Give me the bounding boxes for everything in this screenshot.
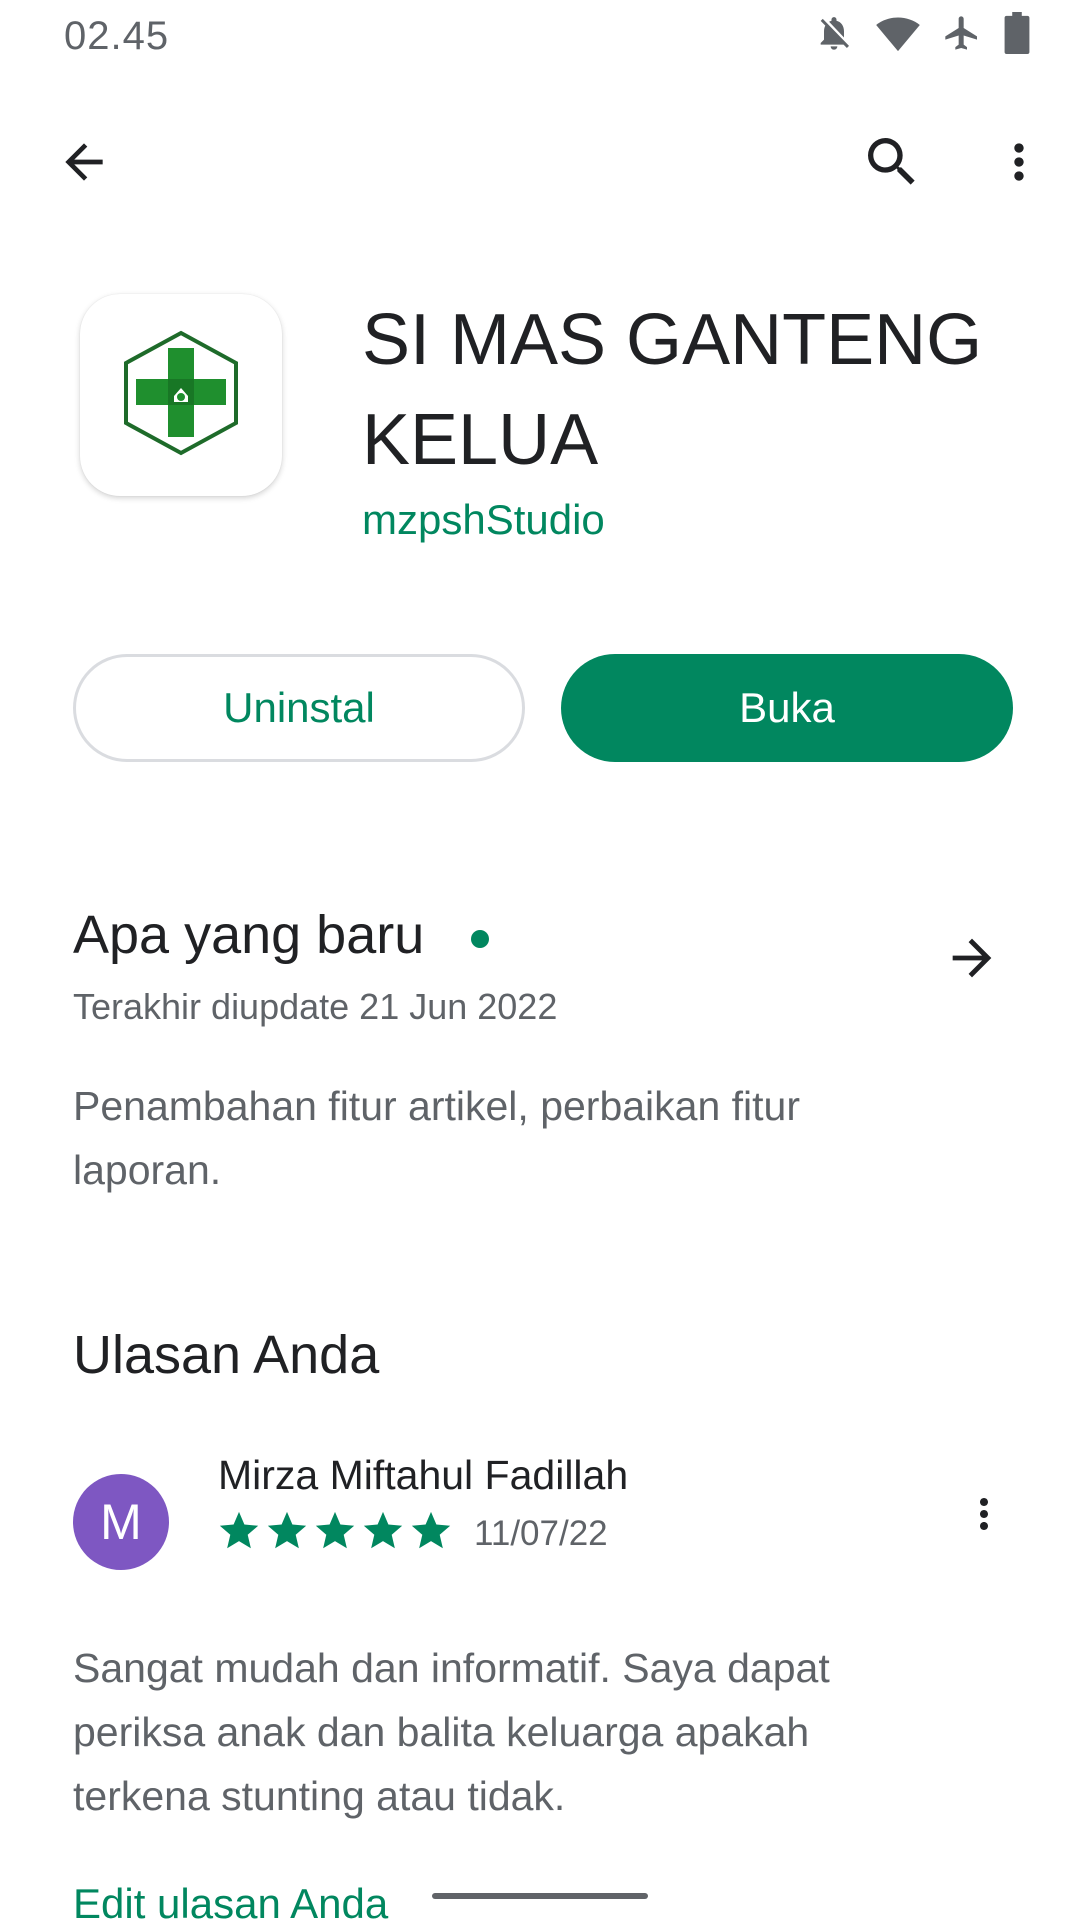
edit-review-link[interactable]: Edit ulasan Anda [73,1880,388,1920]
health-cross-hexagon-icon [122,330,240,461]
uninstall-button[interactable]: Uninstal [73,654,525,762]
more-vert-icon [960,1490,1008,1543]
status-time: 02.45 [64,14,170,58]
new-indicator-dot [471,930,489,948]
review-text: Sangat mudah dan informatif. Saya dapat … [73,1645,830,1819]
notifications-off-icon [814,13,854,53]
developer-link[interactable]: mzpshStudio [362,496,605,544]
review-more-button[interactable] [944,1476,1024,1556]
star-icon [408,1508,454,1559]
app-title: SI MAS GANTENG KELUA [362,300,983,480]
app-icon [80,294,282,496]
airplane-icon [942,13,982,53]
search-button[interactable] [852,124,932,204]
review-date: 11/07/22 [474,1514,608,1553]
star-rating [216,1508,454,1559]
arrow-forward-icon [943,929,1001,992]
star-icon [312,1508,358,1559]
reviewer-name: Mirza Miftahul Fadillah [218,1452,629,1498]
whats-new-arrow-button[interactable] [932,920,1012,1000]
battery-icon [1004,12,1030,54]
search-icon [860,130,924,199]
more-vert-icon [991,134,1047,195]
star-icon [360,1508,406,1559]
wifi-icon [876,13,920,53]
whats-new-text: Penambahan fitur artikel, perbaikan fitu… [73,1083,801,1193]
back-button[interactable] [44,124,124,204]
status-icons [814,12,1030,54]
more-options-button[interactable] [979,124,1059,204]
home-indicator[interactable] [432,1893,648,1899]
open-button[interactable]: Buka [561,654,1013,762]
star-icon [216,1508,262,1559]
avatar: M [73,1474,169,1570]
whats-new-title: Apa yang baru [73,905,425,965]
back-arrow-icon [56,134,112,195]
your-review-title: Ulasan Anda [73,1325,380,1385]
star-icon [264,1508,310,1559]
last-updated: Terakhir diupdate 21 Jun 2022 [73,986,558,1027]
